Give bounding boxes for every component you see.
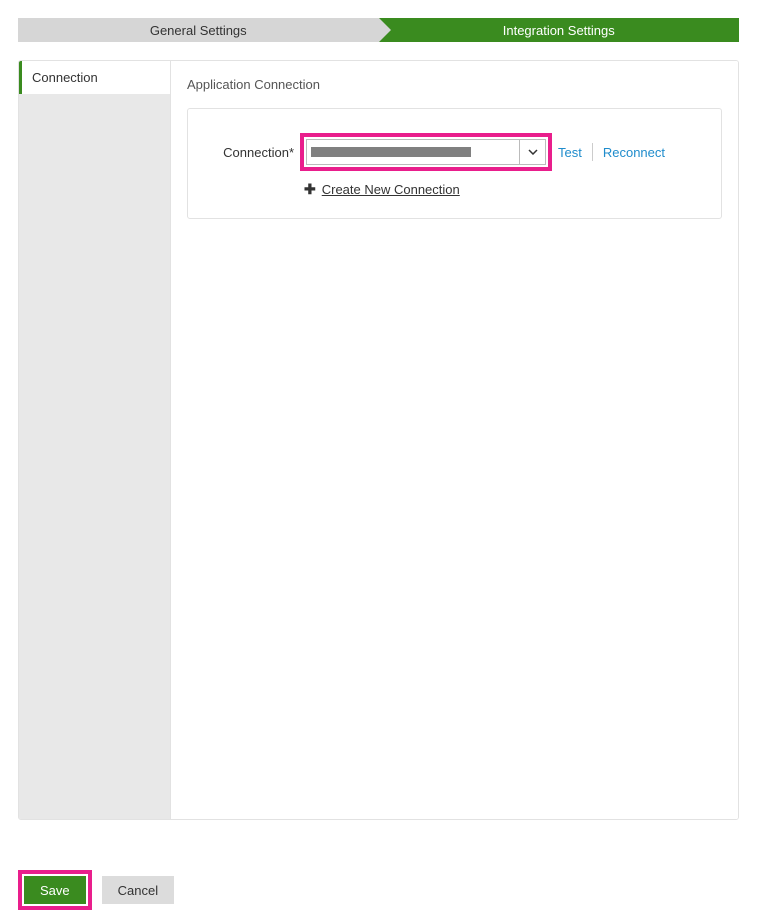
content-area: Application Connection Connection* Test xyxy=(171,61,738,819)
connection-card: Connection* Test Reconnect ✚ xyxy=(187,108,722,219)
button-label: Cancel xyxy=(118,883,158,898)
section-title: Application Connection xyxy=(187,77,722,92)
redacted-value xyxy=(311,147,471,157)
connection-select[interactable] xyxy=(306,139,546,165)
highlight-connection-select xyxy=(300,133,552,171)
tab-general-settings[interactable]: General Settings xyxy=(18,18,379,42)
footer-actions: Save Cancel xyxy=(18,870,174,910)
cancel-button[interactable]: Cancel xyxy=(102,876,174,904)
button-label: Save xyxy=(40,883,70,898)
plus-icon: ✚ xyxy=(304,181,316,198)
tab-label: General Settings xyxy=(150,23,247,38)
create-new-connection-link[interactable]: Create New Connection xyxy=(322,182,460,197)
connection-row: Connection* Test Reconnect xyxy=(204,133,705,171)
sidebar-item-label: Connection xyxy=(32,70,98,85)
connection-select-value xyxy=(307,140,519,164)
save-button[interactable]: Save xyxy=(24,876,86,904)
connection-label: Connection* xyxy=(204,145,294,160)
sidebar-item-connection[interactable]: Connection xyxy=(19,61,170,94)
sidebar: Connection xyxy=(19,61,171,819)
divider xyxy=(592,143,593,161)
tab-label: Integration Settings xyxy=(503,23,615,38)
tab-bar: General Settings Integration Settings xyxy=(18,18,739,42)
highlight-save-button: Save xyxy=(18,870,92,910)
settings-panel: Connection Application Connection Connec… xyxy=(18,60,739,820)
reconnect-link[interactable]: Reconnect xyxy=(603,145,665,160)
tab-integration-settings[interactable]: Integration Settings xyxy=(379,18,740,42)
create-connection-row: ✚ Create New Connection xyxy=(304,181,705,198)
test-link[interactable]: Test xyxy=(558,145,582,160)
chevron-down-icon[interactable] xyxy=(519,140,545,164)
